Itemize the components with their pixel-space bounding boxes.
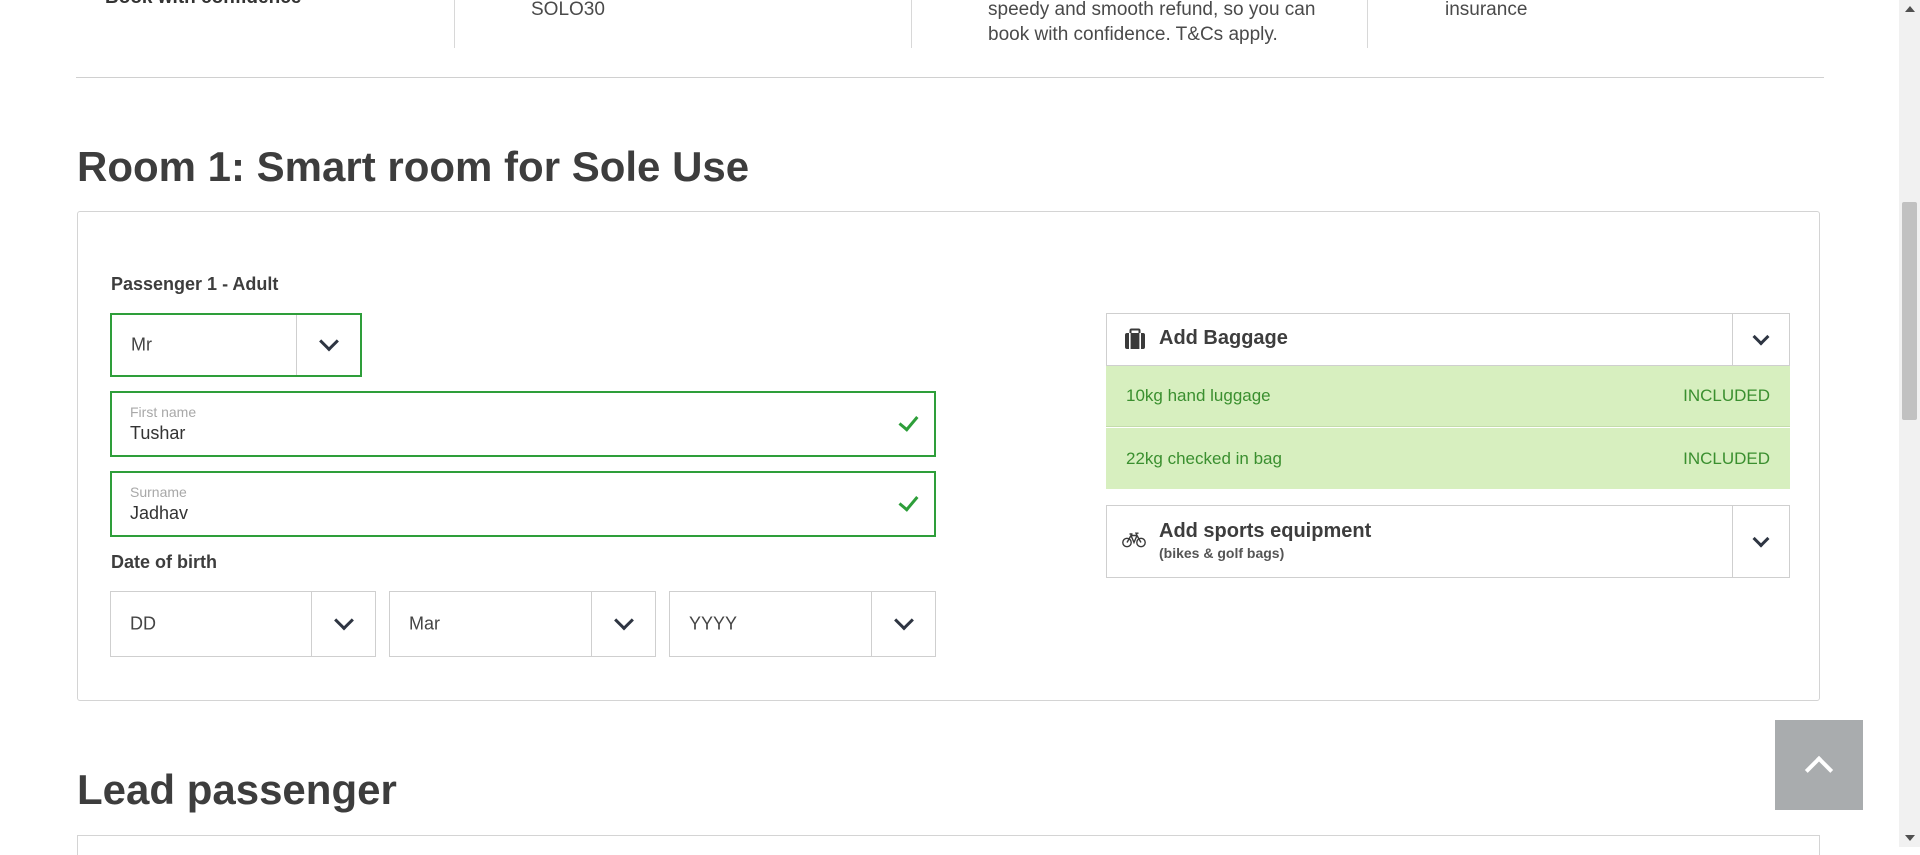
surname-value: Jadhav	[130, 503, 189, 523]
lead-passenger-title: Lead passenger	[77, 766, 397, 813]
chevron-down-icon	[613, 610, 634, 631]
add-sports-title: Add sports equipment	[1159, 520, 1372, 542]
chevron-down-icon	[1752, 530, 1770, 547]
chevron-down-icon	[1752, 328, 1770, 345]
add-sports-subtitle: (bikes & golf bags)	[1159, 545, 1285, 561]
room-title: Room 1: Smart room for Sole Use	[77, 143, 750, 190]
dob-year-value: YYYY	[689, 613, 738, 634]
add-baggage-panel[interactable]: Add Baggage	[1106, 313, 1790, 366]
first-name-value: Tushar	[130, 423, 186, 443]
info-book-with-confidence: Book with confidence	[105, 0, 301, 10]
info-refund-line2: book with confidence. T&Cs apply.	[988, 24, 1278, 45]
dob-year-select[interactable]: YYYY	[669, 591, 936, 657]
dob-month-select[interactable]: Mar	[389, 591, 656, 657]
first-name-field[interactable]: First name Tushar	[110, 391, 936, 457]
chevron-up-icon	[1804, 755, 1834, 785]
strip-divider	[454, 0, 455, 48]
page-scrollbar[interactable]	[1899, 0, 1920, 847]
back-to-top-button[interactable]	[1775, 720, 1863, 810]
baggage-item-name: 22kg checked in bag	[1126, 448, 1282, 468]
add-sports-equipment-panel[interactable]: Add sports equipment (bikes & golf bags)	[1106, 505, 1790, 578]
dob-day-toggle[interactable]	[311, 592, 375, 656]
chevron-down-icon	[893, 610, 914, 631]
dob-month-toggle[interactable]	[591, 592, 655, 656]
info-promo-code: SOLO30	[531, 0, 605, 20]
dob-label: Date of birth	[111, 552, 217, 572]
add-sports-toggle[interactable]	[1732, 506, 1789, 577]
title-select[interactable]: Mr	[110, 313, 362, 377]
checkmark-icon	[898, 490, 919, 512]
surname-field[interactable]: Surname Jadhav	[110, 471, 936, 537]
title-select-value: Mr	[131, 334, 152, 355]
strip-divider	[911, 0, 912, 48]
scrollbar-thumb[interactable]	[1902, 202, 1917, 420]
chevron-down-icon	[333, 610, 354, 631]
scroll-up-arrow-icon[interactable]	[1905, 6, 1915, 12]
chevron-down-icon	[318, 331, 339, 352]
baggage-item: 22kg checked in bag INCLUDED	[1106, 428, 1790, 489]
surname-label: Surname	[130, 484, 187, 500]
baggage-item: 10kg hand luggage INCLUDED	[1106, 366, 1790, 427]
title-select-toggle[interactable]	[296, 315, 360, 375]
section-divider	[76, 77, 1824, 78]
suitcase-icon	[1124, 328, 1146, 355]
lead-passenger-card	[77, 835, 1820, 855]
checkmark-icon	[898, 410, 919, 432]
baggage-item-status: INCLUDED	[1683, 448, 1770, 468]
dob-year-toggle[interactable]	[871, 592, 935, 656]
dob-day-select[interactable]: DD	[110, 591, 376, 657]
first-name-label: First name	[130, 404, 197, 420]
passenger-label: Passenger 1 - Adult	[111, 274, 279, 294]
info-refund-line1: speedy and smooth refund, so you can	[988, 0, 1316, 20]
bicycle-icon	[1122, 532, 1146, 553]
scroll-down-arrow-icon[interactable]	[1905, 835, 1915, 841]
dob-month-value: Mar	[409, 613, 440, 634]
dob-day-value: DD	[130, 613, 156, 634]
add-baggage-toggle[interactable]	[1732, 314, 1789, 365]
baggage-item-name: 10kg hand luggage	[1126, 386, 1271, 405]
baggage-item-status: INCLUDED	[1683, 386, 1770, 405]
add-baggage-title: Add Baggage	[1159, 327, 1288, 349]
info-insurance: insurance	[1445, 0, 1528, 20]
strip-divider	[1367, 0, 1368, 48]
